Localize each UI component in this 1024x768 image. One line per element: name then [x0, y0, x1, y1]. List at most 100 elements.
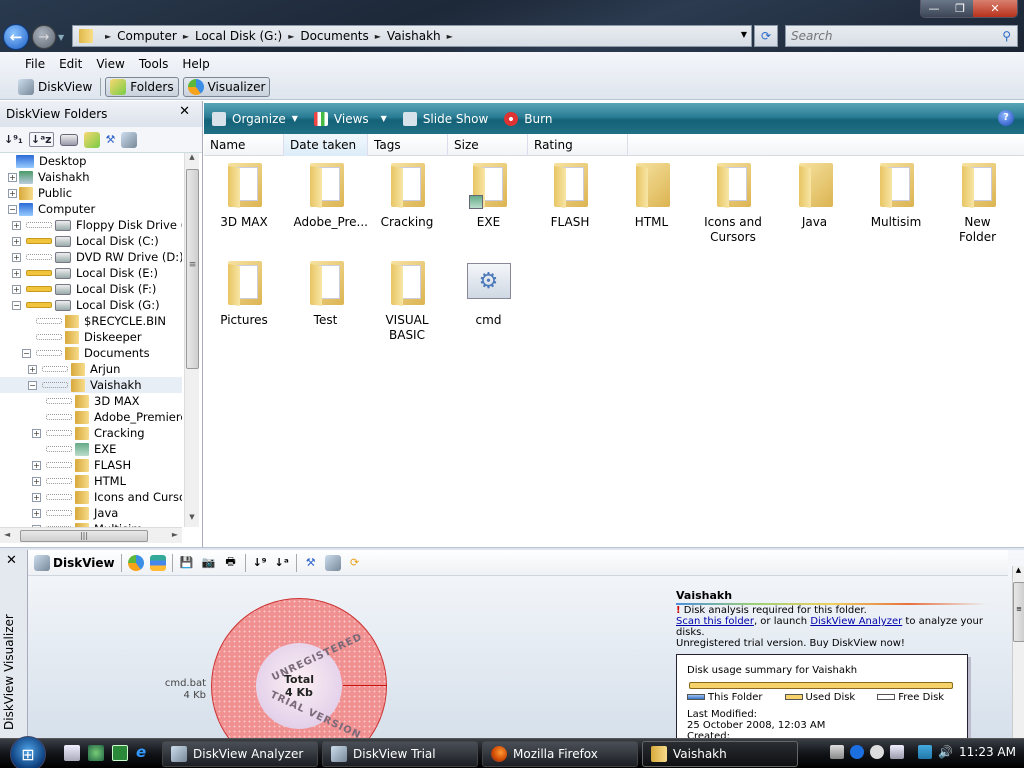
scroll-down-icon[interactable]: ▼ [185, 513, 199, 527]
file-item[interactable]: Icons and Cursors [693, 159, 773, 245]
refresh-button[interactable]: ⟳ [754, 25, 778, 47]
scroll-left-icon[interactable]: ◄ [4, 530, 10, 539]
notification-icon[interactable] [890, 745, 905, 759]
address-dropdown-icon[interactable]: ▼ [741, 30, 747, 39]
search-input[interactable] [791, 29, 991, 43]
clock[interactable]: 11:23 AM [959, 745, 1016, 759]
expand-icon[interactable]: + [8, 188, 17, 198]
expand-icon[interactable]: + [12, 252, 21, 262]
task-diskview-analyzer[interactable]: DiskView Analyzer [162, 741, 318, 767]
refresh-icon[interactable]: ⟳ [347, 555, 363, 571]
tree-item[interactable]: Diskeeper [0, 329, 182, 345]
help-icon[interactable]: ? [998, 110, 1014, 126]
expand-icon[interactable]: + [12, 220, 21, 230]
slideshow-button[interactable]: Slide Show [395, 111, 496, 126]
breadcrumb-separator-icon[interactable]: ► [105, 32, 111, 41]
diskview-button[interactable]: DiskView [14, 77, 96, 97]
tree-item[interactable]: + FLASH [0, 457, 182, 473]
column-name[interactable]: Name [204, 134, 284, 156]
sort-by-name-icon[interactable]: ↓ᵃz [28, 132, 54, 147]
tree-item[interactable]: − Computer [0, 201, 182, 217]
expand-icon[interactable]: + [32, 476, 41, 486]
diskview-analyzer-link[interactable]: DiskView Analyzer [810, 616, 902, 627]
file-item[interactable]: Adobe_Pre... [286, 159, 368, 230]
visualizer-scrollbar[interactable]: ▲ ≡ [1012, 566, 1024, 738]
file-item[interactable]: Test [286, 257, 366, 328]
tree-item[interactable]: + Icons and Cursors [0, 489, 182, 505]
menu-view[interactable]: View [89, 57, 131, 71]
scroll-thumb[interactable]: ≡ [1013, 582, 1024, 642]
folder-icon[interactable] [83, 131, 100, 148]
tree-item[interactable]: + Java [0, 505, 182, 521]
minimize-button[interactable]: — [921, 0, 947, 17]
switch-windows-icon[interactable] [88, 745, 104, 761]
file-item[interactable]: VISUAL BASIC [367, 257, 447, 343]
tree-item[interactable]: $RECYCLE.BIN [0, 313, 182, 329]
expand-icon[interactable]: + [12, 236, 21, 246]
tree-item[interactable]: + Local Disk (C:) [0, 233, 182, 249]
column-date-taken[interactable]: Date taken [284, 134, 368, 156]
scroll-up-icon[interactable]: ▲ [185, 153, 199, 167]
pie-view-icon[interactable] [127, 554, 144, 571]
tools-icon[interactable]: ⚒ [106, 133, 116, 146]
breadcrumb-separator-icon[interactable]: ► [288, 32, 294, 41]
visualizer-button[interactable]: Visualizer [182, 77, 271, 97]
diskview-icon[interactable] [324, 554, 341, 571]
bluetooth-icon[interactable] [850, 745, 865, 759]
tree-item[interactable]: + DVD RW Drive (D:) [0, 249, 182, 265]
recent-pages-dropdown[interactable]: ▼ [58, 33, 64, 42]
diskview-icon[interactable] [121, 131, 138, 148]
expand-icon[interactable]: + [12, 284, 21, 294]
file-item[interactable]: New Folder [938, 159, 1018, 245]
expand-icon[interactable]: + [32, 428, 41, 438]
task-mozilla-firefox[interactable]: Mozilla Firefox [482, 741, 638, 767]
drive-icon[interactable] [59, 133, 78, 146]
tree-item[interactable]: + Public [0, 185, 182, 201]
forward-button[interactable]: → [32, 25, 56, 49]
column-rating[interactable]: Rating [528, 134, 628, 156]
tree-item[interactable]: Desktop [0, 153, 182, 169]
diskview-menu-button[interactable]: DiskView [34, 554, 115, 571]
file-item[interactable]: ⚙ cmd [449, 257, 529, 328]
expand-icon[interactable]: + [32, 460, 41, 470]
show-desktop-icon[interactable] [64, 745, 80, 761]
expand-icon[interactable]: + [12, 268, 21, 278]
close-visualizer-icon[interactable]: ✕ [6, 553, 17, 568]
expand-icon[interactable]: + [32, 492, 41, 502]
breadcrumb-separator-icon[interactable]: ► [183, 32, 189, 41]
expand-icon[interactable]: + [32, 508, 41, 518]
sort-by-size-icon[interactable]: ↓⁹₁ [4, 133, 23, 146]
column-size[interactable]: Size [448, 134, 528, 156]
file-item[interactable]: Cracking [367, 159, 447, 230]
expand-icon[interactable]: + [28, 364, 37, 374]
breadcrumb-item[interactable]: Local Disk (G:) [195, 29, 282, 43]
back-button[interactable]: ← [3, 24, 29, 50]
menu-help[interactable]: Help [175, 57, 216, 71]
menu-file[interactable]: File [18, 57, 52, 71]
column-tags[interactable]: Tags [368, 134, 448, 156]
tree-vertical-scrollbar[interactable]: ▲ ≡ ▼ [184, 153, 199, 527]
file-item[interactable]: HTML [612, 159, 692, 230]
messenger-icon[interactable] [870, 745, 885, 759]
save-icon[interactable]: 💾 [179, 555, 195, 571]
close-pane-icon[interactable]: ✕ [179, 104, 190, 119]
expand-icon[interactable]: + [8, 172, 17, 182]
menu-edit[interactable]: Edit [52, 57, 89, 71]
tree-item[interactable]: + Vaishakh [0, 169, 182, 185]
restore-button[interactable]: ❐ [947, 0, 973, 17]
print-icon[interactable]: 🖶 [223, 555, 239, 571]
hscroll-thumb[interactable]: ||| [20, 530, 148, 542]
tree-item[interactable]: − Documents [0, 345, 182, 361]
tree-item[interactable]: + Floppy Disk Drive (A:) [0, 217, 182, 233]
scroll-right-icon[interactable]: ► [172, 530, 178, 539]
organize-button[interactable]: Organize ▼ [204, 111, 306, 126]
start-button[interactable]: ⊞ [10, 736, 46, 768]
task-diskview-trial[interactable]: DiskView Trial [322, 741, 478, 767]
close-button[interactable]: ✕ [973, 0, 1017, 17]
collapse-icon[interactable]: − [8, 204, 17, 214]
scroll-thumb[interactable]: ≡ [186, 169, 199, 369]
tree-item[interactable]: + Local Disk (F:) [0, 281, 182, 297]
safely-remove-icon[interactable] [830, 745, 845, 759]
tree-item[interactable]: 3D MAX [0, 393, 182, 409]
tree-item[interactable]: + Arjun [0, 361, 182, 377]
